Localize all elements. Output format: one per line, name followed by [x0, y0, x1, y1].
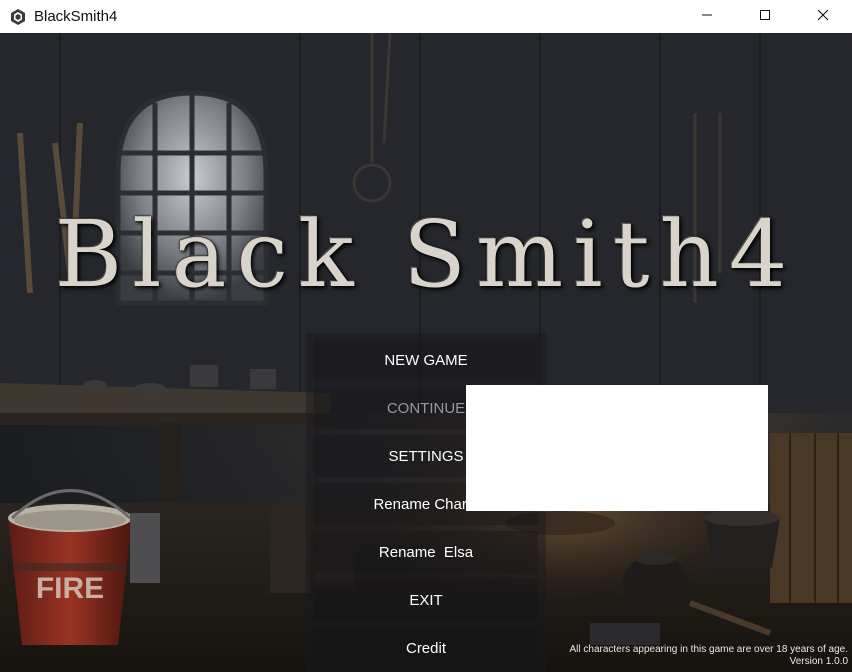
game-logo-title: Black Smith4: [54, 201, 798, 308]
maximize-icon: [760, 10, 770, 20]
rename-elsa-button[interactable]: Rename Elsa: [314, 531, 538, 573]
footer-info: All characters appearing in this game ar…: [570, 644, 849, 668]
close-button[interactable]: [794, 0, 852, 30]
credit-button[interactable]: Credit: [314, 627, 538, 669]
window-title: BlackSmith4: [34, 8, 118, 25]
bucket-fire-text: FIRE: [36, 572, 104, 605]
age-disclaimer: All characters appearing in this game ar…: [569, 644, 849, 655]
new-game-button[interactable]: NEW GAME: [314, 339, 538, 381]
minimize-icon: [702, 14, 712, 16]
close-icon: [817, 9, 829, 21]
title-bar[interactable]: BlackSmith4: [0, 0, 852, 33]
maximize-button[interactable]: [736, 0, 794, 30]
app-cube-icon: [9, 8, 27, 26]
version-label: Version 1.0.0: [789, 656, 848, 667]
exit-button[interactable]: EXIT: [314, 579, 538, 621]
blank-overlay-panel: [466, 385, 768, 511]
minimize-button[interactable]: [678, 0, 736, 30]
title-screen: FIRE Black Smith4 NEW GAME CONTINUE SETT…: [0, 33, 852, 672]
window-controls: [678, 0, 852, 30]
game-window: BlackSmith4 FIRE Black Smith4 NEW GAME C…: [0, 0, 852, 672]
